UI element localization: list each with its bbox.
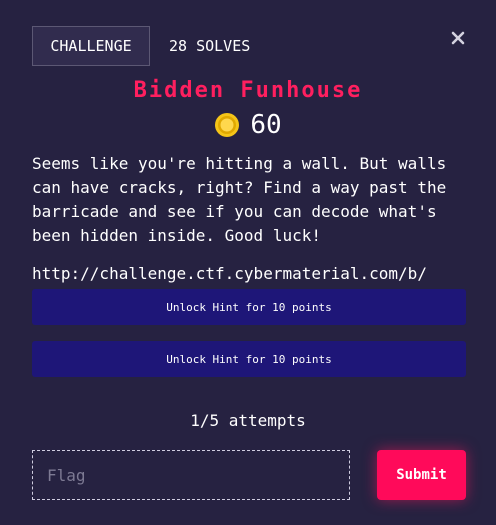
challenge-value: 60	[250, 110, 282, 140]
attempts-counter: 1/5 attempts	[190, 411, 306, 430]
tab-solves[interactable]: 28 SOLVES	[169, 26, 250, 66]
close-icon-glyph	[451, 31, 465, 45]
tab-challenge[interactable]: CHALLENGE	[32, 26, 150, 66]
challenge-link[interactable]: http://challenge.ctf.cybermaterial.com/b…	[32, 264, 427, 283]
challenge-title: Bidden Funhouse	[133, 78, 363, 103]
submit-button[interactable]: Submit	[377, 450, 466, 500]
close-icon[interactable]	[447, 27, 469, 49]
unlock-hint-button-2[interactable]: Unlock Hint for 10 points	[32, 341, 466, 377]
flag-input[interactable]	[32, 450, 350, 500]
coin-icon	[215, 113, 240, 137]
challenge-description: Seems like you're hitting a wall. But wa…	[32, 154, 447, 245]
challenge-value-row: 60	[0, 110, 496, 140]
unlock-hint-button-1[interactable]: Unlock Hint for 10 points	[32, 289, 466, 325]
